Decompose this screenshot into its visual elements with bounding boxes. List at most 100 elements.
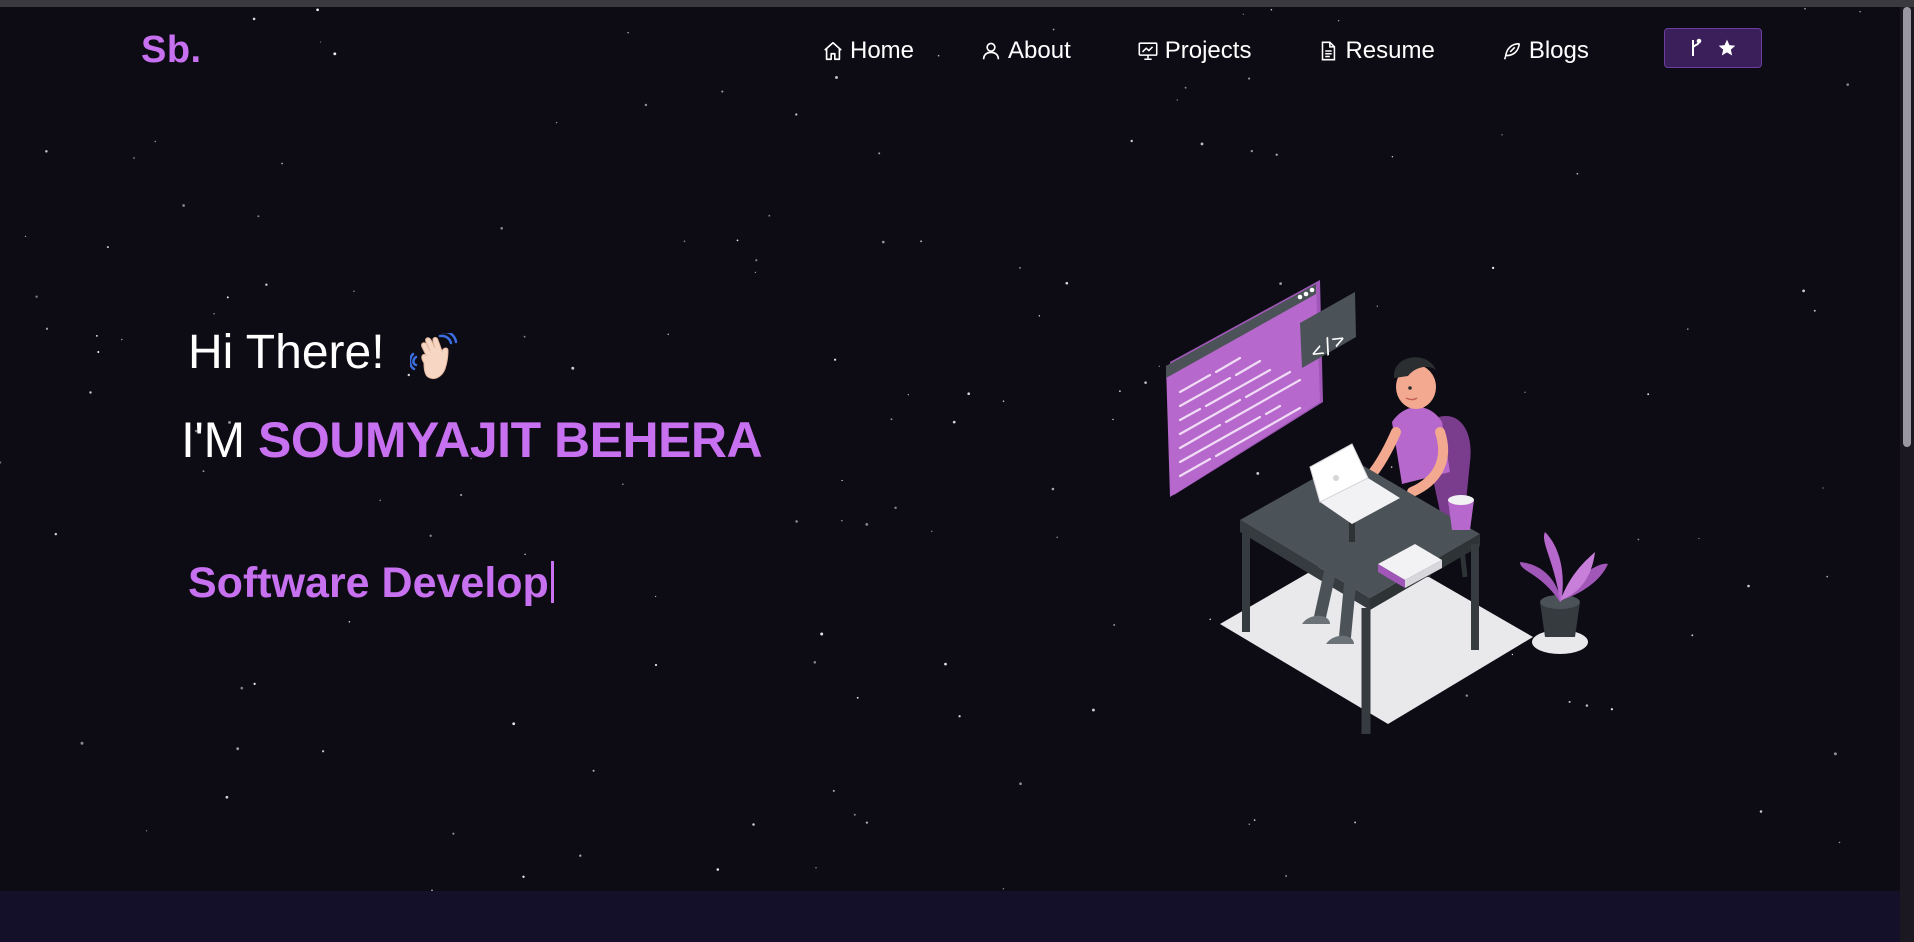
star [795,113,798,116]
star [89,391,92,394]
scrollbar-thumb[interactable] [1903,7,1911,447]
star [754,271,757,273]
star [202,470,205,473]
star [1698,537,1700,540]
star [253,682,256,686]
star [1250,149,1254,153]
star [500,227,503,230]
github-fork-star-button[interactable] [1664,28,1762,68]
star [865,522,869,526]
nav-item-about[interactable]: About [980,37,1071,65]
scrollbar[interactable] [1900,7,1914,942]
star [240,686,244,690]
git-fork-icon [1692,38,1702,56]
waving-hand-icon [410,333,458,380]
star [721,90,724,93]
logo[interactable]: Sb. [141,29,202,72]
star [24,235,27,238]
star [54,532,58,536]
star [944,662,947,666]
star [813,661,817,664]
star [452,832,455,835]
star [1144,381,1147,384]
page: Sb. Home About Projects Resume Blogs Hi … [0,7,1900,942]
star [1285,875,1287,877]
typewriter-role: Software Develop [188,559,554,608]
star [1838,841,1841,844]
star [683,240,686,243]
star [154,140,156,143]
star [834,358,837,361]
hero-intro-prefix: I'M [181,412,245,468]
star [820,632,824,636]
nav-menu: Home About Projects Resume Blogs [822,31,1655,71]
star [1826,575,1829,578]
star [1391,156,1394,158]
star [35,295,38,298]
user-icon [982,42,1000,60]
star [523,335,526,338]
navbar: Sb. Home About Projects Resume Blogs [0,7,1900,87]
star [853,813,856,816]
star [281,162,283,165]
browser-top-strip [0,0,1914,7]
star [878,152,881,155]
star [182,204,185,207]
star [1002,888,1005,890]
nav-item-projects[interactable]: Projects [1137,37,1251,65]
star [894,506,897,510]
star [555,121,558,124]
star [1822,487,1824,489]
hero-greeting: Hi There! [188,326,385,379]
star [865,821,869,824]
star [1275,153,1278,156]
star [571,366,575,370]
star [1002,400,1005,402]
star [1056,536,1058,539]
star [768,214,771,217]
star [1576,172,1579,175]
home-icon [824,41,842,61]
star [45,327,49,330]
star [106,246,109,249]
feather-icon [1503,42,1520,60]
star [1176,99,1178,101]
star [1038,315,1041,317]
star [1130,139,1133,143]
star [907,394,909,396]
star [257,215,260,218]
star [654,595,657,598]
star [1691,634,1694,637]
star [80,741,84,745]
star [592,769,595,772]
star [133,157,135,159]
star [120,338,123,341]
projects-icon [1138,42,1158,61]
star [890,418,893,421]
star [1200,142,1204,146]
star [815,867,817,869]
nav-item-home[interactable]: Home [822,37,914,65]
star [1065,281,1069,285]
star [1248,823,1251,825]
star [795,520,798,523]
nav-item-resume[interactable]: Resume [1317,37,1435,65]
star-icon [1718,39,1736,56]
star [1113,623,1116,627]
star [931,530,933,532]
star [1802,289,1805,293]
star [920,240,923,243]
star [1833,752,1837,756]
hero-intro: I'M SOUMYAJIT BEHERA [181,411,763,469]
star [95,334,98,337]
star [213,313,215,315]
star [265,283,268,286]
nav-item-blogs[interactable]: Blogs [1501,37,1589,65]
star [512,722,516,726]
star [1051,487,1055,491]
star [1759,810,1763,813]
star [667,333,669,335]
nav-item-label: Home [850,37,915,64]
star [429,534,432,537]
star [1119,390,1121,392]
